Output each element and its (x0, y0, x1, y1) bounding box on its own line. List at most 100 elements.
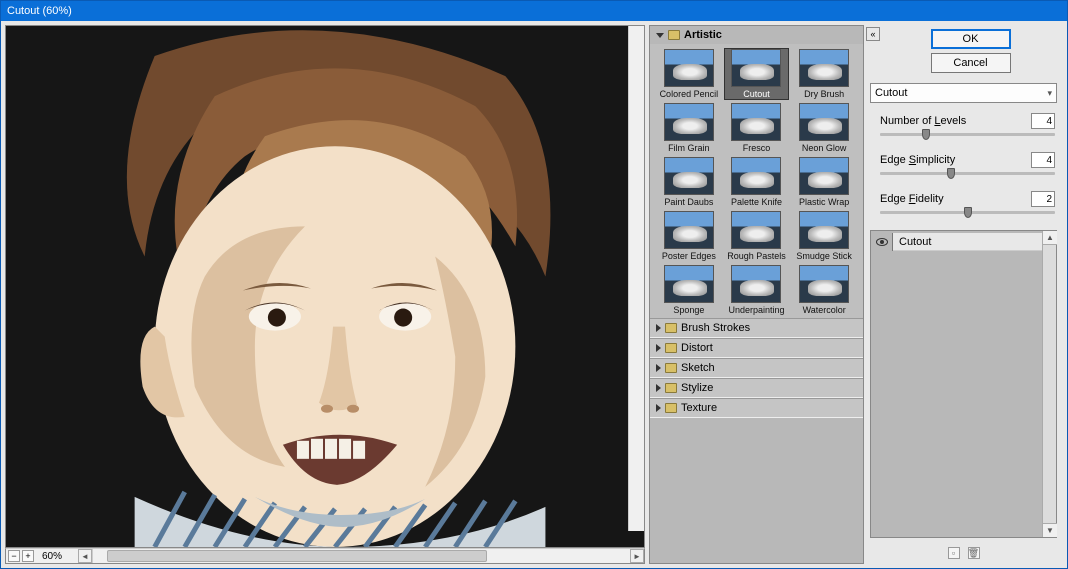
thumb-label: Poster Edges (662, 251, 716, 261)
folder-icon (665, 323, 677, 333)
levels-slider[interactable] (880, 133, 1055, 136)
zoom-out-button[interactable]: − (8, 550, 20, 562)
filter-thumb-poster-edges[interactable]: Poster Edges (656, 210, 722, 262)
filter-thumb-colored-pencil[interactable]: Colored Pencil (656, 48, 722, 100)
levels-input[interactable] (1031, 113, 1055, 129)
category-brush-strokes[interactable]: Brush Strokes (650, 318, 863, 338)
dialog-buttons: OK Cancel (884, 27, 1057, 77)
slider-label: Number of Levels (880, 115, 966, 127)
thumb-image (664, 211, 714, 249)
collapse-gallery-button[interactable]: « (866, 27, 880, 41)
category-sketch[interactable]: Sketch (650, 358, 863, 378)
category-label: Texture (681, 402, 717, 414)
fidelity-slider[interactable] (880, 211, 1055, 214)
category-distort[interactable]: Distort (650, 338, 863, 358)
gallery-empty-area (650, 418, 863, 563)
thumb-image (664, 103, 714, 141)
scroll-up-arrow[interactable]: ▲ (1043, 231, 1057, 245)
thumb-image (664, 49, 714, 87)
category-label: Distort (681, 342, 713, 354)
category-label: Stylize (681, 382, 713, 394)
preview-image (6, 26, 644, 547)
disclosure-triangle-icon (656, 33, 664, 38)
filter-gallery-panel: Artistic Colored Pencil Cutout Dry Brush Fi… (649, 25, 864, 564)
thumb-label: Colored Pencil (660, 89, 719, 99)
filter-thumb-dry-brush[interactable]: Dry Brush (791, 48, 857, 100)
thumb-image (799, 103, 849, 141)
effect-stack-empty (871, 253, 1056, 537)
folder-icon (665, 383, 677, 393)
slider-edge-fidelity: Edge Fidelity (880, 191, 1055, 216)
disclosure-triangle-icon (656, 384, 661, 392)
preview-scrollbar-vertical[interactable] (628, 26, 644, 531)
effect-layer-row[interactable]: Cutout (871, 231, 1056, 253)
slider-number-of-levels: Number of Levels (880, 113, 1055, 138)
filter-thumb-cutout[interactable]: Cutout (724, 48, 790, 100)
effect-scrollbar[interactable]: ▲ ▼ (1042, 231, 1056, 537)
dropdown-value: Cutout (875, 87, 907, 99)
filter-thumb-fresco[interactable]: Fresco (724, 102, 790, 154)
preview-bottom-bar: − + 60% ◄ ► (5, 548, 645, 564)
disclosure-triangle-icon (656, 404, 661, 412)
category-label: Artistic (684, 29, 722, 41)
disclosure-triangle-icon (656, 364, 661, 372)
eye-icon (876, 238, 888, 246)
delete-effect-layer-button[interactable]: 🗑 (968, 547, 980, 559)
effect-layers-panel: Cutout ▲ ▼ (870, 230, 1057, 538)
thumb-label: Palette Knife (731, 197, 782, 207)
thumb-label: Sponge (673, 305, 704, 315)
filter-thumb-smudge-stick[interactable]: Smudge Stick (791, 210, 857, 262)
effect-layer-label: Cutout (893, 233, 1056, 251)
simplicity-input[interactable] (1031, 152, 1055, 168)
slider-label: Edge Fidelity (880, 193, 944, 205)
cancel-button[interactable]: Cancel (931, 53, 1011, 73)
slider-thumb[interactable] (922, 129, 930, 140)
hscroll-left-arrow[interactable]: ◄ (78, 549, 92, 563)
filter-thumb-rough-pastels[interactable]: Rough Pastels (724, 210, 790, 262)
filter-thumb-underpainting[interactable]: Underpainting (724, 264, 790, 316)
thumb-image (731, 211, 781, 249)
fidelity-input[interactable] (1031, 191, 1055, 207)
simplicity-slider[interactable] (880, 172, 1055, 175)
folder-icon (665, 343, 677, 353)
thumb-image (731, 49, 781, 87)
thumb-label: Underpainting (728, 305, 784, 315)
thumb-label: Cutout (743, 89, 770, 99)
thumb-label: Watercolor (803, 305, 846, 315)
filter-thumb-sponge[interactable]: Sponge (656, 264, 722, 316)
filter-thumb-plastic-wrap[interactable]: Plastic Wrap (791, 156, 857, 208)
filter-thumb-paint-daubs[interactable]: Paint Daubs (656, 156, 722, 208)
category-label: Sketch (681, 362, 715, 374)
hscroll-right-arrow[interactable]: ► (630, 549, 644, 563)
slider-group: Number of Levels Edge Simplicity Edge Fi… (870, 109, 1057, 218)
slider-label: Edge Simplicity (880, 154, 955, 166)
zoom-in-button[interactable]: + (22, 550, 34, 562)
filter-select-dropdown[interactable]: Cutout ▾ (870, 83, 1057, 103)
preview-scrollbar-horizontal[interactable] (92, 549, 630, 563)
new-effect-layer-button[interactable]: ▫ (948, 547, 960, 559)
thumb-image (664, 157, 714, 195)
zoom-value[interactable]: 60% (36, 551, 76, 562)
thumbnail-grid: Colored Pencil Cutout Dry Brush Film GrainF… (650, 44, 863, 318)
hscroll-thumb[interactable] (107, 550, 487, 562)
slider-thumb[interactable] (964, 207, 972, 218)
preview-image-box[interactable] (5, 25, 645, 548)
window-title: Cutout (60%) (7, 5, 72, 17)
filter-thumb-watercolor[interactable]: Watercolor (791, 264, 857, 316)
effect-stack-footer: ▫ 🗑 (870, 544, 1057, 562)
filter-thumb-film-grain[interactable]: Film Grain (656, 102, 722, 154)
scroll-down-arrow[interactable]: ▼ (1043, 523, 1057, 537)
category-texture[interactable]: Texture (650, 398, 863, 418)
ok-button[interactable]: OK (931, 29, 1011, 49)
thumb-image (731, 265, 781, 303)
category-artistic[interactable]: Artistic (650, 26, 863, 44)
filter-thumb-palette-knife[interactable]: Palette Knife (724, 156, 790, 208)
thumb-label: Neon Glow (802, 143, 847, 153)
disclosure-triangle-icon (656, 324, 661, 332)
slider-thumb[interactable] (947, 168, 955, 179)
category-stylize[interactable]: Stylize (650, 378, 863, 398)
folder-icon (665, 403, 677, 413)
thumb-image (664, 265, 714, 303)
filter-thumb-neon-glow[interactable]: Neon Glow (791, 102, 857, 154)
visibility-toggle[interactable] (871, 233, 893, 251)
